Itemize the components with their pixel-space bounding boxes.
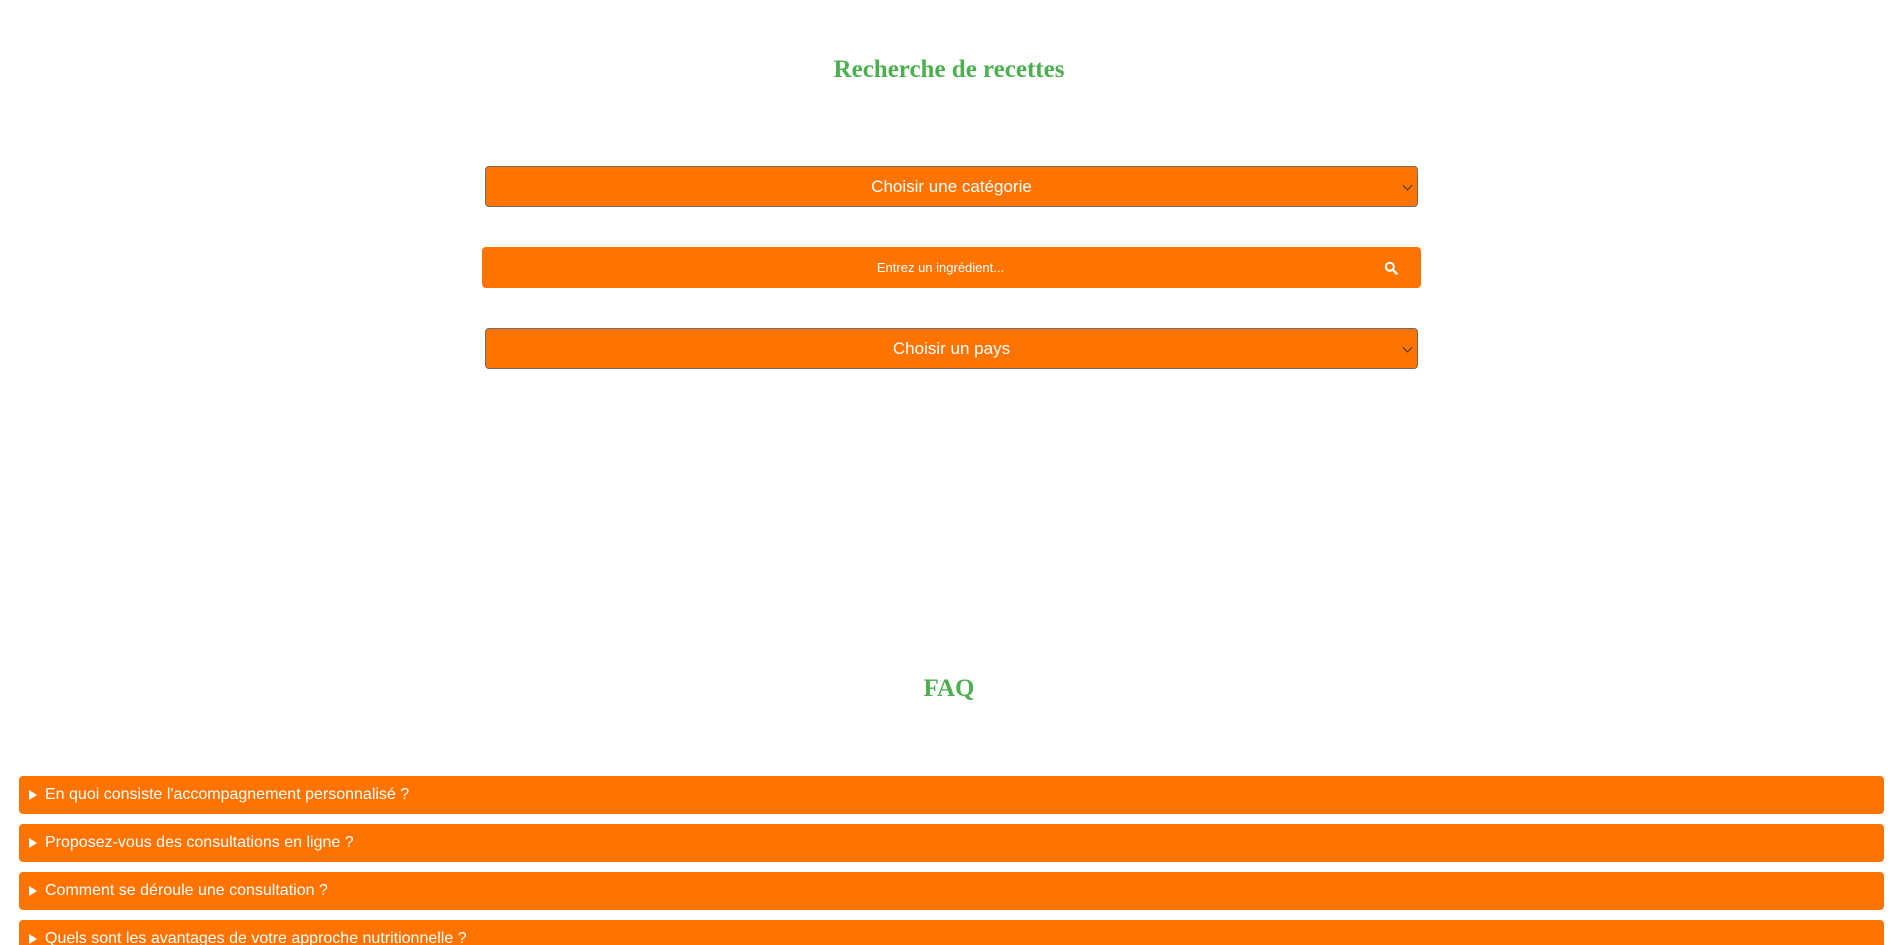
category-select[interactable]: Choisir une catégorie <box>485 166 1418 207</box>
ingredient-search-input[interactable] <box>482 246 1361 289</box>
faq-item[interactable]: Comment se déroule une consultation ? <box>19 872 1884 910</box>
triangle-right-icon <box>29 886 37 896</box>
search-section-title: Recherche de recettes <box>833 56 1065 83</box>
chevron-down-icon <box>1402 342 1413 353</box>
faq-question: Comment se déroule une consultation ? <box>45 882 328 899</box>
faq-question: Proposez-vous des consultations en ligne… <box>45 834 354 851</box>
faq-section-title: FAQ <box>923 675 975 702</box>
search-button[interactable] <box>1361 247 1421 288</box>
faq-item[interactable]: Proposez-vous des consultations en ligne… <box>19 824 1884 862</box>
triangle-right-icon <box>29 934 37 944</box>
country-select[interactable]: Choisir un pays <box>485 328 1418 369</box>
faq-question: Quels sont les avantages de votre approc… <box>45 930 467 945</box>
faq-item[interactable]: En quoi consiste l'accompagnement person… <box>19 776 1884 814</box>
country-select-value: Choisir un pays <box>892 338 1011 358</box>
chevron-down-icon <box>1402 180 1413 191</box>
category-select-value: Choisir une catégorie <box>871 176 1032 196</box>
page: Recherche de recettes Choisir une catégo… <box>0 0 1898 945</box>
triangle-right-icon <box>29 838 37 848</box>
faq-list: En quoi consiste l'accompagnement person… <box>19 776 1884 945</box>
faq-item[interactable]: Quels sont les avantages de votre approc… <box>19 920 1884 945</box>
faq-question: En quoi consiste l'accompagnement person… <box>45 786 410 803</box>
ingredient-search-bar <box>482 246 1421 289</box>
search-icon <box>1384 261 1398 275</box>
triangle-right-icon <box>29 790 37 800</box>
